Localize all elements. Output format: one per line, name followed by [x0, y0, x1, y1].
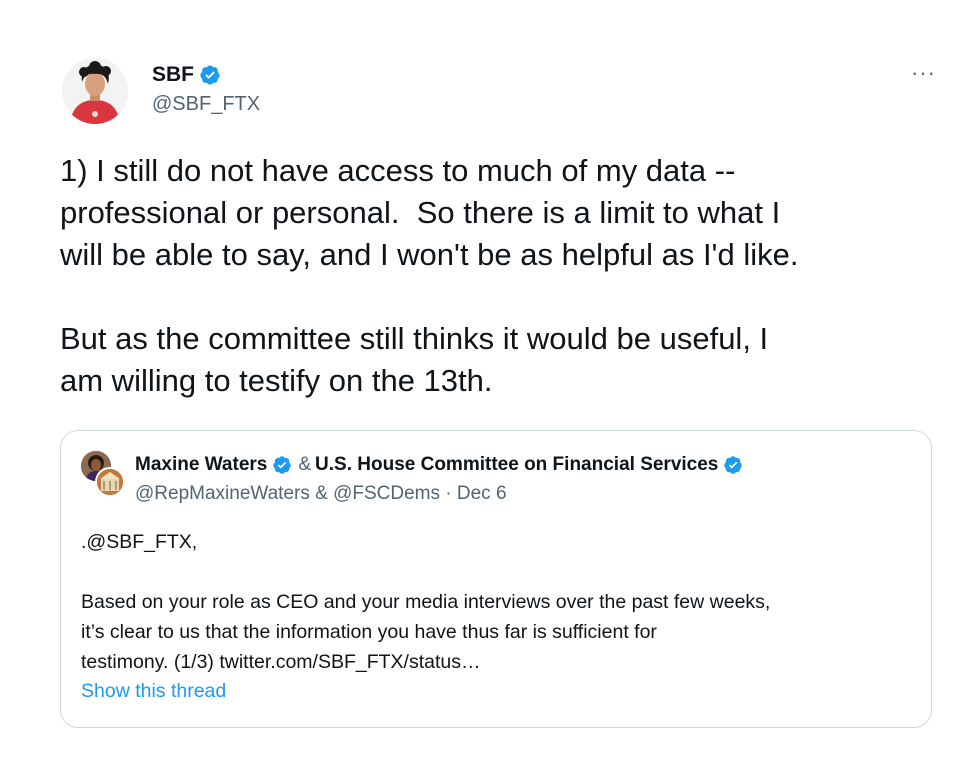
verified-badge-icon [272, 455, 292, 475]
quoted-author-1[interactable]: Maxine Waters [135, 454, 267, 476]
author-separator: & [298, 454, 312, 475]
avatar[interactable] [62, 58, 128, 124]
display-name[interactable]: SBF [152, 63, 194, 87]
quoted-body: Based on your role as CEO and your media… [81, 591, 771, 673]
tweet-paragraph-2: But as the committee still thinks it wou… [60, 321, 769, 398]
author-names: SBF @SBF_FTX [152, 62, 260, 116]
show-thread-link[interactable]: Show this thread [81, 680, 226, 703]
tweet-paragraph-1: 1) I still do not have access to much of… [60, 153, 799, 272]
quoted-author-row: Maxine Waters & U.S. House Committee on … [135, 453, 743, 477]
more-horizontal-icon[interactable]: ··· [911, 60, 936, 86]
quoted-tweet[interactable]: Maxine Waters & U.S. House Committee on … [60, 430, 932, 728]
quoted-tweet-text: .@SBF_FTX, Based on your role as CEO and… [81, 527, 921, 677]
display-name-row[interactable]: SBF [152, 62, 260, 88]
quoted-author-info: Maxine Waters & U.S. House Committee on … [135, 453, 743, 505]
avatar-fscdems [95, 467, 125, 497]
quoted-avatars[interactable] [81, 451, 127, 501]
verified-badge-icon [723, 455, 743, 475]
quoted-handles-date[interactable]: @RepMaxineWaters & @FSCDems · Dec 6 [135, 483, 743, 505]
verified-badge-icon [199, 64, 221, 86]
quoted-author-2[interactable]: U.S. House Committee on Financial Servic… [315, 454, 718, 476]
tweet: SBF @SBF_FTX ··· 1) I still do not have … [0, 0, 964, 764]
handle[interactable]: @SBF_FTX [152, 93, 260, 116]
quoted-tweet-header: Maxine Waters & U.S. House Committee on … [81, 451, 921, 511]
tweet-header: SBF @SBF_FTX ··· [62, 52, 942, 124]
tweet-text: 1) I still do not have access to much of… [60, 150, 940, 402]
quoted-line-1: .@SBF_FTX, [81, 531, 198, 553]
